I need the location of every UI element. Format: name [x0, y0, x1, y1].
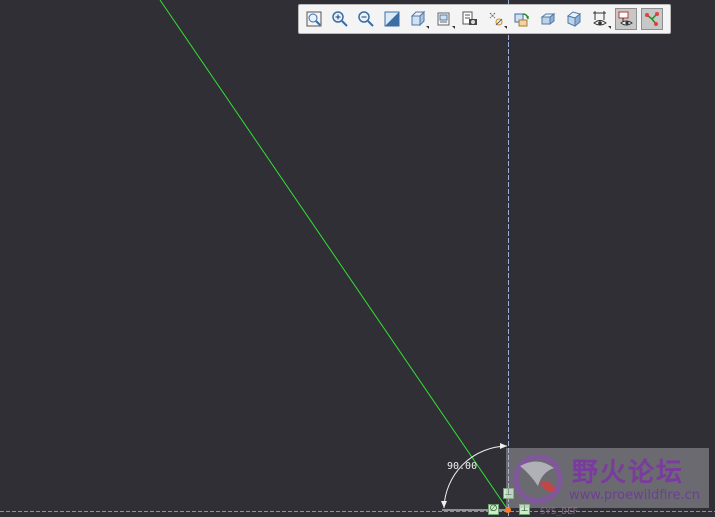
annotation-display-button[interactable] [563, 8, 585, 30]
forum-logo-icon [513, 454, 563, 504]
vertex-display-icon [645, 12, 659, 26]
saved-views-button[interactable] [433, 8, 455, 30]
refit-button[interactable] [303, 8, 325, 30]
datum-display-button[interactable] [511, 8, 533, 30]
angle-dimension-arc [443, 445, 508, 509]
refit-icon [306, 11, 322, 27]
parallel-constraint[interactable]: ∅ [488, 504, 499, 515]
constraint-display-button[interactable] [641, 8, 663, 30]
sketch-view-button[interactable] [589, 8, 611, 30]
repaint-button[interactable] [381, 8, 403, 30]
view-manager-icon [462, 11, 477, 25]
annotation-display-icon [566, 11, 582, 28]
layers-button[interactable] [485, 8, 507, 30]
dimension-display-icon [618, 11, 633, 26]
layers-icon [489, 12, 503, 26]
angle-dimension-value[interactable]: 90.00 [447, 461, 477, 472]
repaint-icon [384, 11, 400, 27]
sketch-view-icon [593, 11, 607, 26]
display-style-icon [410, 10, 426, 27]
datum-display-icon [514, 13, 529, 27]
watermark-title: 野火论坛 [572, 458, 685, 488]
zoom-in-button[interactable] [329, 8, 351, 30]
forum-watermark: 野火论坛 www.proewildfire.cn [506, 448, 709, 508]
dimension-display-button[interactable] [615, 8, 637, 30]
watermark-url: www.proewildfire.cn [569, 488, 700, 503]
saved-views-icon [437, 12, 450, 26]
sketch-graphics [0, 0, 715, 516]
display-style-button[interactable] [407, 8, 429, 30]
spin-center-icon [540, 13, 556, 25]
zoom-out-icon [358, 11, 374, 27]
sketch-line [159, 0, 509, 511]
sketch-canvas[interactable]: 90.00 ⊥ ∅ ⊥ SYS_DEF [0, 0, 715, 517]
zoom-out-button[interactable] [355, 8, 377, 30]
graphics-toolbar [298, 4, 671, 34]
view-manager-button[interactable] [459, 8, 481, 30]
dimension-arrow-left [441, 501, 447, 508]
spin-center-button[interactable] [537, 8, 559, 30]
zoom-in-icon [332, 11, 348, 27]
